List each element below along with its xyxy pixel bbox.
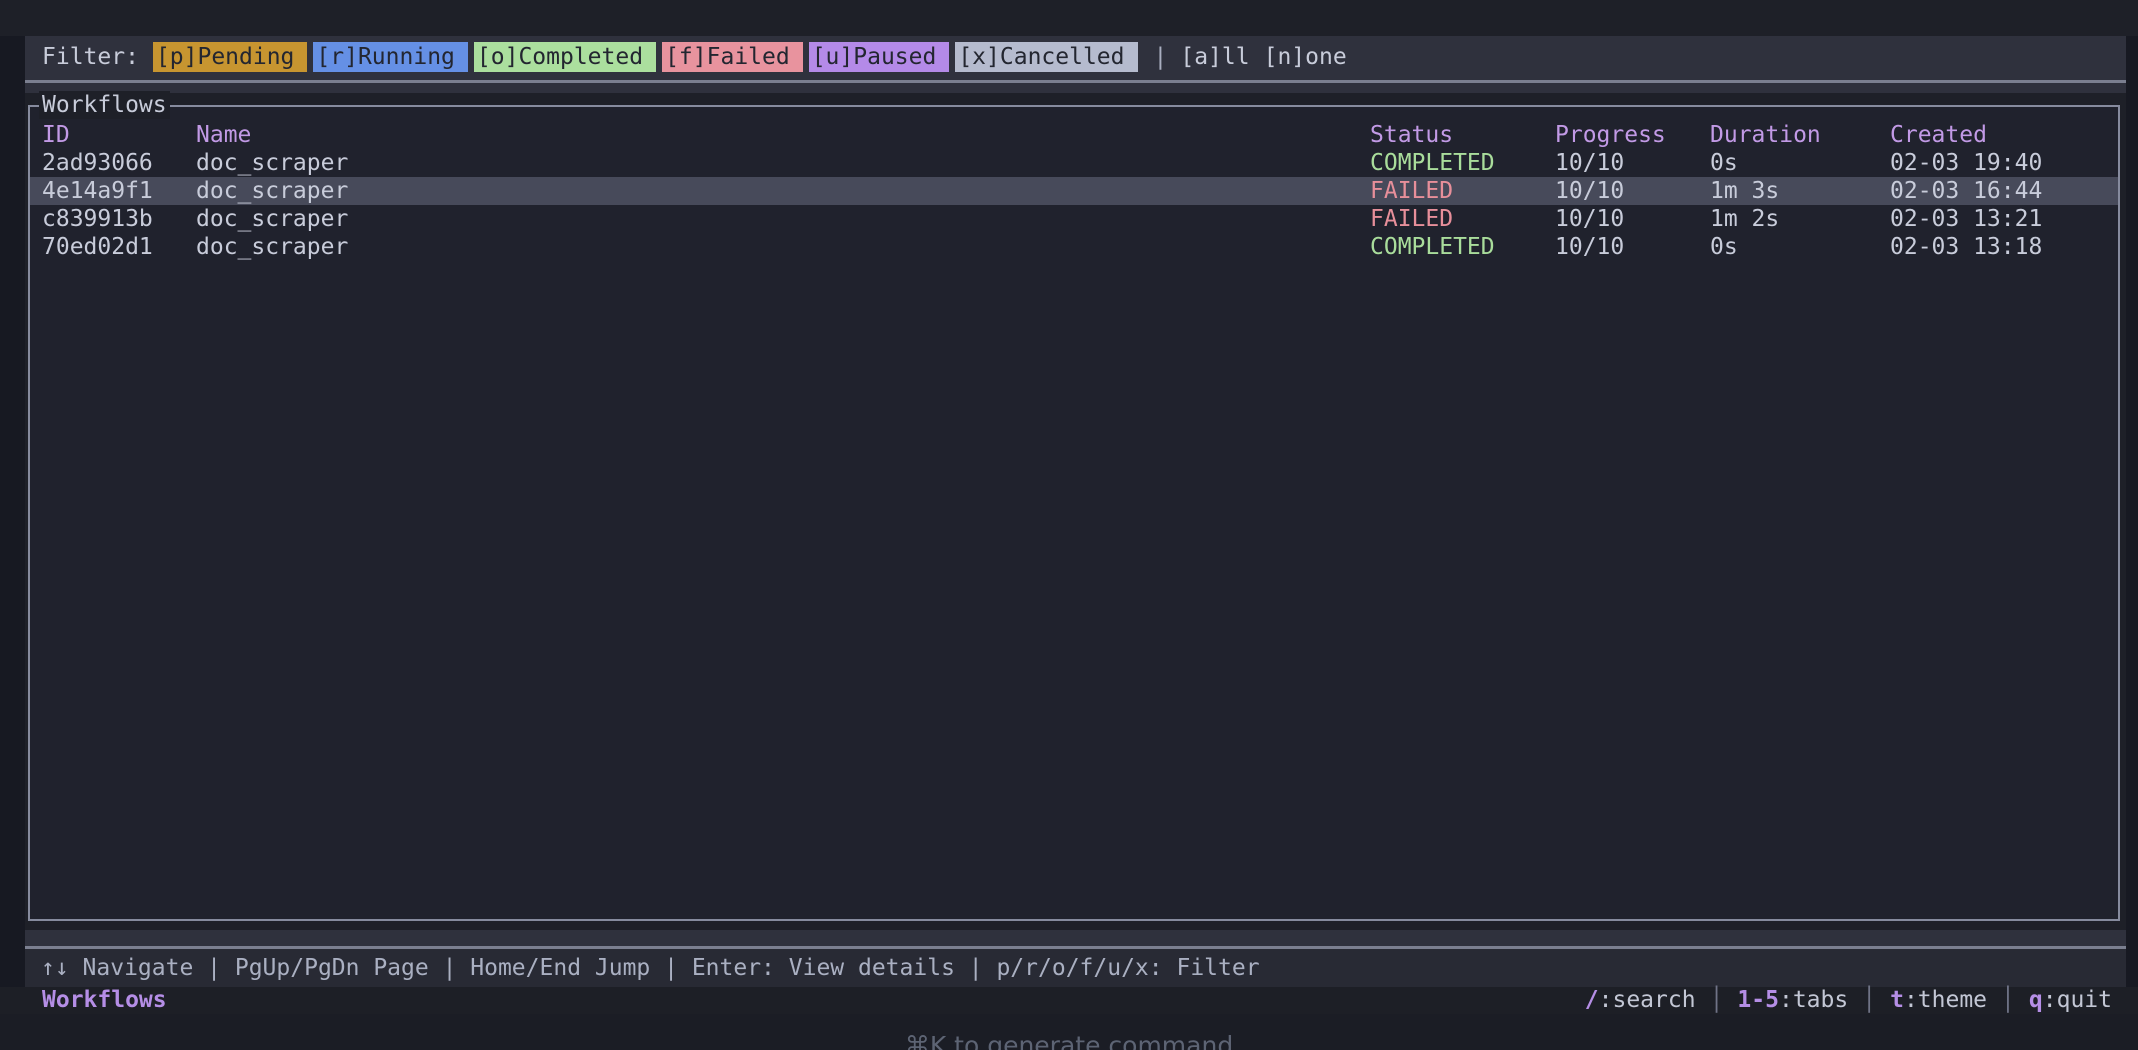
- cell-status: FAILED: [1370, 205, 1453, 233]
- cell-duration: 0s: [1710, 233, 1738, 261]
- cell-created: 02-03 13:21: [1890, 205, 2042, 233]
- cell-progress: 10/10: [1555, 233, 1624, 261]
- filter-chip-failed[interactable]: [f]Failed: [662, 42, 803, 72]
- cell-id: 4e14a9f1: [42, 177, 153, 205]
- shortcut-key: t: [1890, 987, 1904, 1013]
- column-header-id: ID: [42, 121, 70, 149]
- filter-chip-completed[interactable]: [o]Completed: [474, 42, 656, 72]
- cell-status: COMPLETED: [1370, 233, 1495, 261]
- column-header-status: Status: [1370, 121, 1453, 149]
- shortcut-key: 1-5: [1737, 987, 1779, 1013]
- footer-divider-strip: [25, 930, 2126, 949]
- filter-label: Filter:: [42, 44, 139, 70]
- filter-chip-paused[interactable]: [u]Paused: [809, 42, 950, 72]
- cell-name: doc_scraper: [196, 205, 348, 233]
- column-header-created: Created: [1890, 121, 1987, 149]
- cell-progress: 10/10: [1555, 205, 1624, 233]
- filter-bar: Filter:[p]Pending[r]Running[o]Completed[…: [25, 36, 2126, 93]
- shortcut-label: :theme: [1904, 987, 1987, 1013]
- cell-status: COMPLETED: [1370, 149, 1495, 177]
- cell-progress: 10/10: [1555, 149, 1624, 177]
- table-row[interactable]: 4e14a9f1 doc_scraper FAILED 10/10 1m 3s 02-03…: [30, 177, 2118, 205]
- help-text: ↑↓ Navigate | PgUp/PgDn Page | Home/End …: [41, 955, 1260, 981]
- cell-name: doc_scraper: [196, 233, 348, 261]
- cell-duration: 1m 3s: [1710, 177, 1779, 205]
- shortcut-label: :quit: [2043, 987, 2112, 1013]
- table-row[interactable]: 2ad93066 doc_scraper COMPLETED 10/10 0s 02-03…: [30, 149, 2118, 177]
- filter-chip-running[interactable]: [r]Running: [313, 42, 467, 72]
- cell-created: 02-03 13:18: [1890, 233, 2042, 261]
- shortcut-search: /:search: [1585, 987, 1696, 1013]
- shortcut-separator: │: [2001, 987, 2015, 1013]
- column-header-name: Name: [196, 121, 251, 149]
- filter-none-option[interactable]: [n]one: [1264, 44, 1347, 70]
- shortcut-key: /: [1585, 987, 1599, 1013]
- table-row[interactable]: 70ed02d1 doc_scraper COMPLETED 10/10 0s 02-03…: [30, 233, 2118, 261]
- cell-created: 02-03 19:40: [1890, 149, 2042, 177]
- window-right-margin: [2126, 36, 2138, 987]
- shortcut-quit: q:quit: [2029, 987, 2112, 1013]
- filter-chip-pending[interactable]: [p]Pending: [153, 42, 307, 72]
- cell-duration: 1m 2s: [1710, 205, 1779, 233]
- filter-all-option[interactable]: [a]ll: [1180, 44, 1249, 70]
- cell-name: doc_scraper: [196, 177, 348, 205]
- column-header-duration: Duration: [1710, 121, 1821, 149]
- filter-bar-divider: [25, 80, 2126, 83]
- filter-separator: |: [1154, 44, 1168, 70]
- status-bar: Workflows /:search │ 1-5:tabs │ t:theme │ q:qu…: [0, 987, 2138, 1014]
- cell-progress: 10/10: [1555, 177, 1624, 205]
- table-row[interactable]: c839913b doc_scraper FAILED 10/10 1m 2s 02-03…: [30, 205, 2118, 233]
- cell-id: 2ad93066: [42, 149, 153, 177]
- help-bar: ↑↓ Navigate | PgUp/PgDn Page | Home/End …: [25, 949, 2126, 987]
- column-header-progress: Progress: [1555, 121, 1666, 149]
- terminal-screen: Filter:[p]Pending[r]Running[o]Completed[…: [0, 0, 2138, 1050]
- cell-created: 02-03 16:44: [1890, 177, 2042, 205]
- filter-chip-cancelled[interactable]: [x]Cancelled: [955, 42, 1137, 72]
- shortcut-tabs: 1-5:tabs: [1737, 987, 1848, 1013]
- shortcut-label: :tabs: [1779, 987, 1848, 1013]
- cell-id: 70ed02d1: [42, 233, 153, 261]
- shortcut-theme: t:theme: [1890, 987, 1987, 1013]
- shortcut-label: :search: [1599, 987, 1696, 1013]
- shortcut-list: /:search │ 1-5:tabs │ t:theme │ q:quit: [1585, 987, 2112, 1014]
- active-tab-label: Workflows: [42, 987, 167, 1014]
- filter-row: Filter:[p]Pending[r]Running[o]Completed[…: [42, 42, 1361, 72]
- cell-name: doc_scraper: [196, 149, 348, 177]
- shortcut-key: q: [2029, 987, 2043, 1013]
- workflows-panel: Workflows IDNameStatusProgressDurationCr…: [28, 105, 2120, 921]
- terminal-hint: ⌘K to generate command: [905, 1031, 1233, 1050]
- cell-status: FAILED: [1370, 177, 1453, 205]
- cell-duration: 0s: [1710, 149, 1738, 177]
- shortcut-separator: │: [1710, 987, 1724, 1013]
- shortcut-separator: │: [1862, 987, 1876, 1013]
- window-left-margin: [0, 36, 25, 987]
- table-header: ID Name Status Progress Duration Created: [30, 121, 2118, 149]
- panel-title: Workflows: [39, 91, 170, 119]
- cell-id: c839913b: [42, 205, 153, 233]
